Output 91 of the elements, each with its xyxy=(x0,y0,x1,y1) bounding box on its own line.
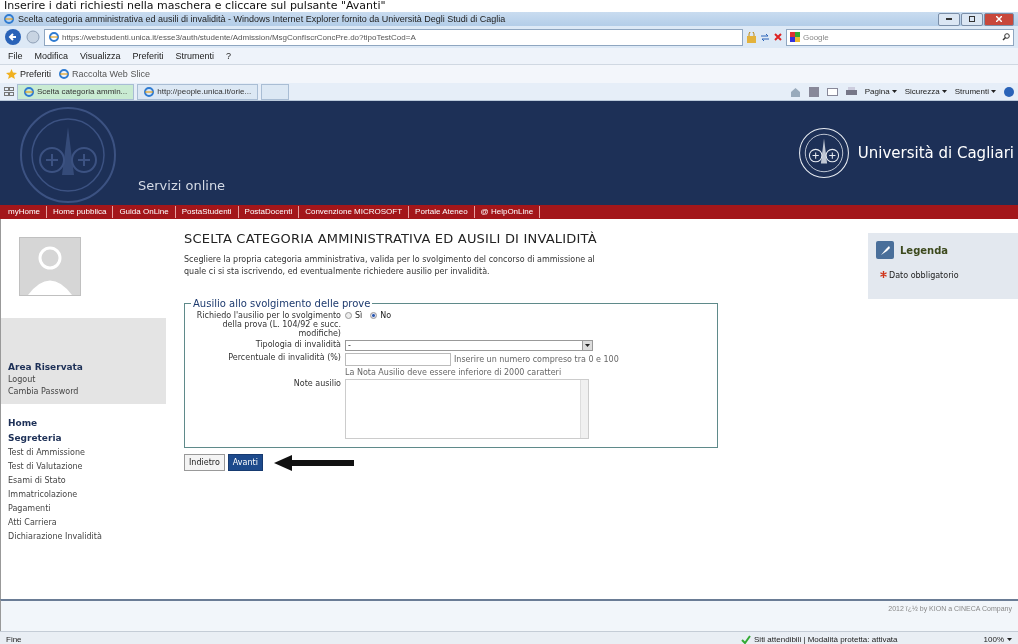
web-slice-icon xyxy=(59,69,69,79)
nav-link[interactable]: @ HelpOnLine xyxy=(474,206,541,218)
caret-icon xyxy=(991,90,996,93)
favorites-button[interactable]: Preferiti xyxy=(20,69,51,79)
page-title: SCELTA CATEGORIA AMMINISTRATIVA ED AUSILI DI INVALIDITÀ xyxy=(184,231,598,246)
menu-item[interactable]: Modifica xyxy=(34,51,69,61)
radio-option[interactable]: No xyxy=(370,311,392,320)
menu-item[interactable]: Preferiti xyxy=(132,51,164,61)
sidebar-link[interactable]: Immatricolazione xyxy=(8,490,159,499)
dropdown-field[interactable]: - xyxy=(345,340,593,351)
minimize-button[interactable] xyxy=(938,12,960,26)
page-icon xyxy=(24,86,34,97)
nav-link[interactable]: Convenzione MICROSOFT xyxy=(299,206,410,218)
command-menu[interactable]: Strumenti xyxy=(954,87,996,96)
next-button[interactable]: Avanti xyxy=(227,454,263,471)
sidebar-link[interactable]: Dichiarazione Invalidità xyxy=(8,532,159,541)
star-icon xyxy=(6,69,17,79)
search-field[interactable]: Google xyxy=(786,28,1014,46)
pin-icon xyxy=(876,241,894,259)
sidebar-link[interactable]: Pagamenti xyxy=(8,504,159,513)
sidebar-link[interactable]: Cambia Password xyxy=(8,387,156,396)
site-subtitle: Servizi online xyxy=(138,178,226,195)
check-icon xyxy=(741,634,752,644)
address-field[interactable]: https://webstudenti.unica.it/esse3/auth/studente/Admission/MsgConfIscrConcPre.do?tipoTestCod=A xyxy=(44,28,743,46)
search-provider-icon xyxy=(790,32,800,42)
nav-link[interactable]: PostaStudenti xyxy=(175,206,239,218)
caret-icon xyxy=(941,90,947,93)
university-name: Università di Cagliari xyxy=(857,144,1014,162)
status-text: Fine xyxy=(6,634,22,644)
field-hint: La Nota Ausilio deve essere inferiore di 2000 caratteri xyxy=(345,368,563,377)
avatar-placeholder xyxy=(19,237,81,296)
print-icon[interactable] xyxy=(845,86,857,97)
mail-icon[interactable] xyxy=(826,87,838,96)
legend-item: Dato obbligatorio xyxy=(889,271,959,280)
field-label: Note ausilio xyxy=(292,379,341,388)
menu-item[interactable]: File xyxy=(8,51,23,61)
caret-icon xyxy=(891,90,897,93)
sidebar-link[interactable]: Test di Ammissione xyxy=(8,448,159,457)
quick-tabs-icon[interactable] xyxy=(4,87,14,96)
back-icon[interactable] xyxy=(4,28,22,46)
menu-item[interactable]: Visualizza xyxy=(80,51,121,61)
maximize-button[interactable] xyxy=(961,12,983,26)
field-label: Tipologia di invalidità xyxy=(254,340,341,349)
sidebar-link[interactable]: Test di Valutazione xyxy=(8,462,159,471)
command-menu[interactable]: Pagina xyxy=(864,87,897,96)
stop-icon[interactable] xyxy=(774,33,782,41)
nav-link[interactable]: Portale Ateneo xyxy=(409,206,475,218)
browser-tab[interactable]: Scelta categoria ammin... xyxy=(17,83,135,100)
browser-tab[interactable]: http://people.unica.it/orie... xyxy=(137,83,259,100)
security-zone: Siti attendibili | Modalità protetta: attivata xyxy=(754,634,898,644)
maximize-icon xyxy=(969,16,975,22)
nav-link[interactable]: Guida OnLine xyxy=(113,206,176,218)
web-slice-link[interactable]: Raccolta Web Slice xyxy=(72,69,150,79)
caret-icon xyxy=(1007,637,1012,641)
lock-icon xyxy=(747,31,756,43)
intro-text: Scegliere la propria categoria amministrativa, valida per lo svolgimento del concorso di ammissione al quale ci si sta iscrivendo, ed eventualmente richiedere ausilio per invalidità. xyxy=(184,254,596,278)
asterisk-icon xyxy=(880,271,887,278)
group-legend: Ausilio allo svolgimento delle prove xyxy=(191,298,373,309)
caret-icon xyxy=(585,344,590,347)
legend-title: Legenda xyxy=(900,244,949,256)
page-icon xyxy=(49,32,59,42)
sidebar-link[interactable]: Home xyxy=(8,418,159,428)
back-button[interactable]: Indietro xyxy=(184,454,225,471)
minimize-icon xyxy=(946,18,952,20)
zoom-level[interactable]: 100% xyxy=(983,634,1012,644)
section-title: Area Riservata xyxy=(8,362,84,372)
input-field[interactable] xyxy=(345,353,451,366)
instruction-caption: Inserire i dati richiesti nella maschera e cliccare sul pulsante "Avanti" xyxy=(3,0,387,12)
menu-item[interactable]: Strumenti xyxy=(175,51,214,61)
sidebar-link[interactable]: Esami di Stato xyxy=(8,476,159,485)
close-button[interactable] xyxy=(984,12,1014,26)
sidebar-link[interactable]: Atti Carriera xyxy=(8,518,159,527)
radio-option[interactable]: Sì xyxy=(345,311,363,320)
refresh-icon[interactable] xyxy=(760,32,770,42)
search-icon xyxy=(1002,33,1010,41)
field-label: Richiedo l'ausilio per lo svolgimento della prova (L. 104/92 e succ. modifiche) xyxy=(195,311,341,338)
nav-link[interactable]: PostaDocenti xyxy=(238,206,300,218)
field-hint: Inserire un numero compreso tra 0 e 100 xyxy=(454,355,619,364)
command-menu[interactable]: Sicurezza xyxy=(904,87,947,96)
section-title: Segreteria xyxy=(8,433,63,443)
nav-link[interactable]: myHome xyxy=(2,206,47,218)
page-icon xyxy=(144,86,155,97)
nav-link[interactable]: Home pubblica xyxy=(47,206,114,218)
menu-item[interactable]: ? xyxy=(225,51,231,61)
field-label: Percentuale di invalidità (%) xyxy=(227,353,341,362)
window-title: Scelta categoria amministrativa ed ausili di invalidità - Windows Internet Explorer fornito da Università Degli Studi di Caglia xyxy=(18,14,506,24)
browser-icon xyxy=(4,14,14,24)
sidebar-link[interactable]: Logout xyxy=(8,375,156,384)
home-icon[interactable] xyxy=(789,86,801,97)
close-icon xyxy=(996,16,1002,22)
university-logo xyxy=(797,127,850,179)
